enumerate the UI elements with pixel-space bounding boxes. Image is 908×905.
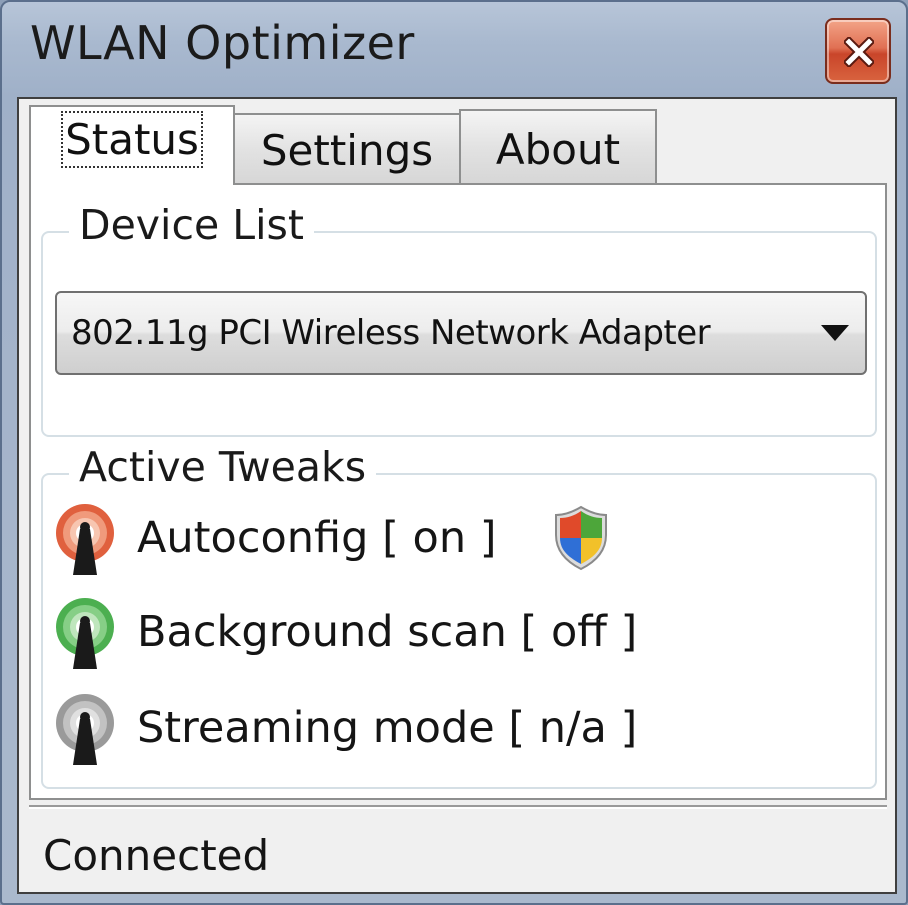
tab-status[interactable]: Status [29, 105, 235, 185]
window-title: WLAN Optimizer [30, 16, 415, 70]
active-tweaks-group: Active Tweaks Autoconfig [ on ] Backgrou… [41, 443, 877, 789]
title-bar[interactable]: WLAN Optimizer [2, 2, 906, 97]
close-icon [844, 37, 874, 67]
tab-about[interactable]: About [459, 109, 657, 185]
tweak-item-background-scan: Background scan [ off ] [53, 597, 853, 671]
tab-label: Settings [260, 126, 434, 175]
tweak-item-streaming-mode: Streaming mode [ n/a ] [53, 693, 853, 767]
tweak-item-autoconfig: Autoconfig [ on ] [53, 503, 853, 577]
app-window: WLAN Optimizer Settings About Status Dev… [0, 0, 908, 905]
antenna-icon [56, 504, 114, 575]
antenna-icon [56, 694, 114, 765]
tweak-label: Background scan [ off ] [137, 607, 638, 657]
device-dropdown-value: 802.11g PCI Wireless Network Adapter [71, 313, 711, 353]
device-list-group: Device List 802.11g PCI Wireless Network… [41, 201, 877, 437]
tab-label: Status [61, 111, 203, 168]
tab-settings[interactable]: Settings [233, 113, 461, 185]
tweak-label: Autoconfig [ on ] [137, 513, 497, 563]
chevron-down-icon [821, 325, 849, 341]
status-tab-panel: Device List 802.11g PCI Wireless Network… [29, 183, 887, 800]
client-area: Settings About Status Device List 802.11… [17, 97, 897, 894]
tweak-label: Streaming mode [ n/a ] [137, 703, 638, 753]
device-list-legend: Device List [69, 201, 314, 249]
status-bar: Connected [19, 811, 895, 892]
close-button[interactable] [825, 18, 891, 84]
antenna-icon [56, 598, 114, 669]
tab-label: About [495, 125, 621, 174]
uac-shield-icon[interactable] [553, 505, 609, 571]
status-divider [29, 805, 887, 809]
connection-status: Connected [43, 831, 270, 880]
active-tweaks-legend: Active Tweaks [69, 443, 377, 491]
device-dropdown[interactable]: 802.11g PCI Wireless Network Adapter [55, 291, 867, 375]
tab-strip: Settings About Status [19, 99, 895, 185]
